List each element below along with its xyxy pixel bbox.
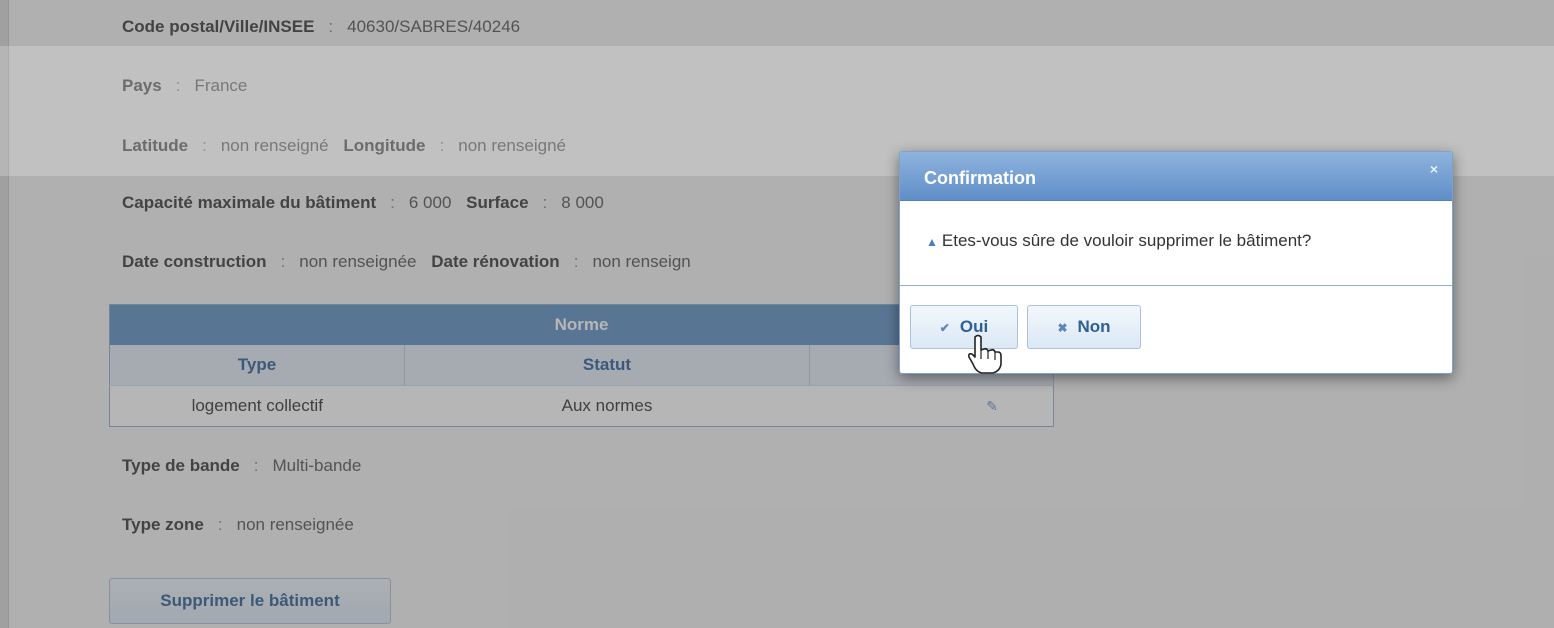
row-type-bande: Type de bande: Multi-bande [122,456,371,476]
separator: : [175,76,181,95]
row-pays: Pays: France [122,76,257,96]
date-construction-label: Date construction [122,252,267,271]
row-type-zone: Type zone: non renseignée [122,515,364,535]
separator: : [253,456,259,475]
row-coordinates: Latitude: non renseigné Longitude: non ren… [122,136,576,156]
row-capacite: Capacité maximale du bâtiment:6 000 Surf… [122,193,614,213]
separator: : [573,252,579,271]
cross-icon: ✖ [1057,321,1068,335]
left-border [0,0,9,628]
date-construction-value: non renseignée [299,252,417,271]
edit-icon[interactable]: ✎ [986,398,998,414]
date-renovation-value: non renseign [592,252,691,271]
hand-cursor-icon [968,334,1002,374]
separator: : [217,515,223,534]
dialog-header: Confirmation × [900,152,1452,201]
separator: : [542,193,548,212]
confirm-no-label: Non [1077,317,1111,336]
row-dates: Date construction: non renseignée Date ré… [122,252,701,272]
warning-icon: ▲ [926,235,938,249]
close-icon[interactable]: × [1430,161,1438,177]
type-bande-value: Multi-bande [272,456,362,475]
pays-label: Pays [122,76,162,95]
cell-date: ✎ [809,385,1054,427]
table-row: logement collectif Aux normes ✎ [109,385,1054,427]
cell-type: logement collectif [109,385,405,427]
pays-value: France [194,76,248,95]
column-header-type[interactable]: Type [109,345,405,386]
surface-label: Surface [466,193,529,212]
separator: : [328,17,334,36]
latitude-value: non renseigné [220,136,329,155]
longitude-value: non renseigné [458,136,566,155]
capacite-value: 6 000 [408,193,452,212]
surface-value: 8 000 [561,193,604,212]
check-icon: ✔ [939,321,950,335]
dialog-message: ▲ Etes-vous sûre de vouloir supprimer le … [926,231,1311,251]
delete-building-button[interactable]: Supprimer le bâtiment [109,578,391,624]
code-postal-label: Code postal/Ville/INSEE [122,17,315,36]
row-code-postal: Code postal/Ville/INSEE:40630/SABRES/402… [122,17,530,37]
cell-statut: Aux normes [404,385,810,427]
latitude-label: Latitude [122,136,189,155]
longitude-label: Longitude [343,136,426,155]
date-renovation-label: Date rénovation [431,252,560,271]
type-zone-value: non renseignée [236,515,354,534]
dialog-divider [900,285,1452,286]
dialog-message-text: Etes-vous sûre de vouloir supprimer le b… [941,231,1312,250]
type-zone-label: Type zone [122,515,204,534]
separator: : [202,136,207,155]
dialog-title: Confirmation [924,168,1036,188]
column-header-statut[interactable]: Statut [404,345,810,386]
type-bande-label: Type de bande [122,456,240,475]
code-postal-value: 40630/SABRES/40246 [347,17,521,36]
separator: : [390,193,395,212]
separator: : [439,136,445,155]
separator: : [280,252,286,271]
capacite-label: Capacité maximale du bâtiment [122,193,377,212]
confirm-no-button[interactable]: ✖ Non [1027,305,1141,349]
